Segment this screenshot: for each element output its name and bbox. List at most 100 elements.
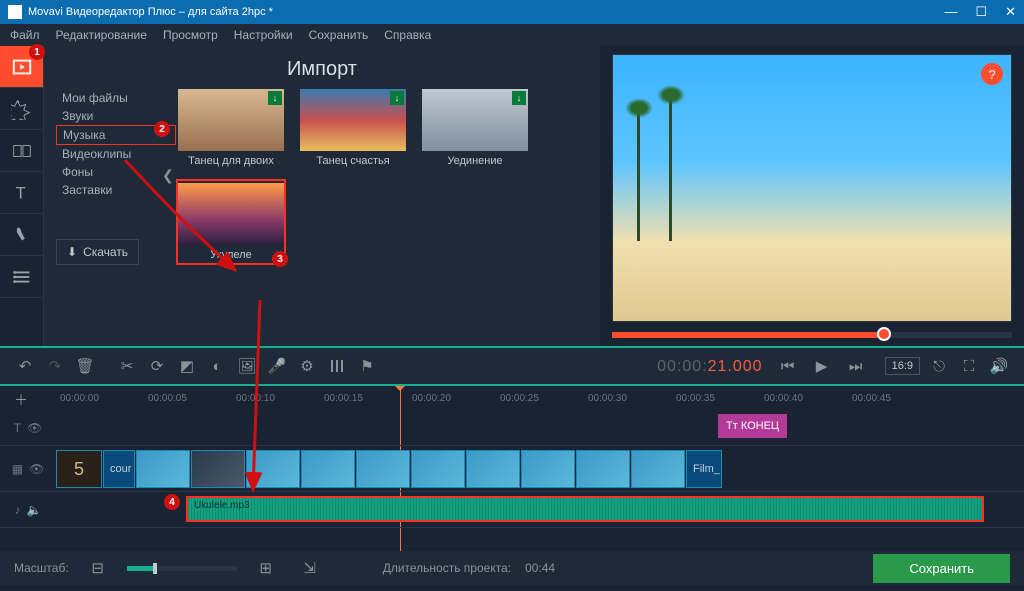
sidebar-item-intros[interactable]: Заставки <box>56 181 176 199</box>
scale-label: Масштаб: <box>14 561 69 575</box>
video-clip[interactable] <box>521 450 575 488</box>
prev-page-button[interactable]: ❮ <box>162 167 174 184</box>
save-button[interactable]: Сохранить <box>873 554 1010 583</box>
video-clip[interactable] <box>631 450 685 488</box>
more-tool[interactable] <box>0 256 43 298</box>
titles-tool[interactable]: T <box>0 172 43 214</box>
marker-button[interactable]: ⚑ <box>353 352 381 380</box>
fit-button[interactable]: ⇲ <box>296 554 324 582</box>
volume-button[interactable]: 🔊 <box>985 352 1013 380</box>
titlebar: Movavi Видеоредактор Плюс – для сайта 2h… <box>0 0 1024 24</box>
video-clip[interactable] <box>576 450 630 488</box>
timeline: ＋ 00:00:00 00:00:05 00:00:10 00:00:15 00… <box>0 386 1024 551</box>
minimize-button[interactable]: — <box>944 4 957 20</box>
audio-track-icon: ♪ <box>15 503 21 517</box>
equalizer-button[interactable] <box>323 352 351 380</box>
thumb-dance-happiness[interactable]: ↓ Танец счастья <box>298 89 408 167</box>
fullscreen-button[interactable]: ⛶ <box>955 352 983 380</box>
transition-clip[interactable] <box>191 450 245 488</box>
thumb-label: Танец для двоих <box>188 155 274 167</box>
timecode-display: 00:00:21.000 <box>657 356 762 376</box>
ruler-tick: 00:00:20 <box>412 393 451 404</box>
callout-1: 1 <box>29 44 45 60</box>
import-title: Импорт <box>56 58 588 81</box>
next-frame-button[interactable]: ⏭ <box>842 352 870 380</box>
video-clip[interactable] <box>466 450 520 488</box>
thumb-solitude[interactable]: ↓ Уединение <box>420 89 530 167</box>
filters-tool[interactable] <box>0 88 43 130</box>
visibility-icon[interactable]: 👁 <box>27 421 42 435</box>
progress-handle[interactable] <box>877 327 891 341</box>
ruler-tick: 00:00:10 <box>236 393 275 404</box>
transitions-tool[interactable] <box>0 130 43 172</box>
visibility-icon[interactable]: 👁 <box>29 462 44 476</box>
picture-button[interactable]: 🖼 <box>233 352 261 380</box>
menubar: Файл Редактирование Просмотр Настройки С… <box>0 24 1024 46</box>
sidebar-item-videoclips[interactable]: Видеоклипы <box>56 145 176 163</box>
zoom-slider[interactable] <box>127 566 237 571</box>
add-track-button[interactable]: ＋ <box>14 390 28 410</box>
text-clip-end[interactable]: Тт КОНЕЦ <box>718 414 787 438</box>
aspect-ratio[interactable]: 16:9 <box>885 357 920 375</box>
video-track[interactable]: ▦👁 5 cour Film_ <box>0 446 1024 492</box>
delete-button[interactable]: 🗑 <box>71 352 99 380</box>
window-title: Movavi Видеоредактор Плюс – для сайта 2h… <box>28 6 944 18</box>
prev-frame-button[interactable]: ⏮ <box>774 352 802 380</box>
audio-track[interactable]: ♪🔈 4 Ukulele.mp3 <box>0 492 1024 528</box>
app-icon <box>8 5 22 19</box>
download-button[interactable]: ⬇ Скачать <box>56 239 139 265</box>
menu-settings[interactable]: Настройки <box>234 28 293 42</box>
menu-edit[interactable]: Редактирование <box>56 28 147 42</box>
ruler-tick: 00:00:45 <box>852 393 891 404</box>
undo-button[interactable]: ↶ <box>11 352 39 380</box>
play-button[interactable]: ▶ <box>808 352 836 380</box>
audio-clip-ukulele[interactable]: Ukulele.mp3 <box>186 496 984 522</box>
ruler-tick: 00:00:05 <box>148 393 187 404</box>
zoom-out-button[interactable]: ⊟ <box>84 554 112 582</box>
maximize-button[interactable]: ☐ <box>975 4 987 20</box>
sidebar-item-myfiles[interactable]: Мои файлы <box>56 89 176 107</box>
thumb-dance-for-two[interactable]: ↓ Танец для двоих <box>176 89 286 167</box>
video-clip[interactable] <box>356 450 410 488</box>
zoom-in-button[interactable]: ⊞ <box>252 554 280 582</box>
rotate-button[interactable]: ⟳ <box>143 352 171 380</box>
crop-button[interactable]: ◩ <box>173 352 201 380</box>
countdown-clip[interactable]: 5 <box>56 450 102 488</box>
ruler-tick: 00:00:00 <box>60 393 99 404</box>
download-icon: ⬇ <box>67 245 77 259</box>
stickers-tool[interactable] <box>0 214 43 256</box>
video-clips[interactable]: 5 cour Film_ <box>56 450 1024 488</box>
thumb-ukulele[interactable]: Укулеле 3 <box>176 179 286 265</box>
callout-2: 2 <box>154 121 170 137</box>
help-button[interactable]: ? <box>981 63 1003 85</box>
cut-button[interactable]: ✂ <box>113 352 141 380</box>
import-sidebar: Мои файлы Звуки Музыка 2 Видеоклипы Фоны… <box>56 89 176 338</box>
video-clip[interactable] <box>301 450 355 488</box>
video-clip-start[interactable]: cour <box>103 450 135 488</box>
text-track[interactable]: T👁 Тт КОНЕЦ <box>0 410 1024 446</box>
mic-button[interactable]: 🎤 <box>263 352 291 380</box>
ruler-tick: 00:00:40 <box>764 393 803 404</box>
menu-file[interactable]: Файл <box>10 28 40 42</box>
menu-view[interactable]: Просмотр <box>163 28 218 42</box>
download-label: Скачать <box>83 245 128 259</box>
sidebar-item-backgrounds[interactable]: Фоны <box>56 163 176 181</box>
video-clip[interactable] <box>246 450 300 488</box>
preview-viewport[interactable]: ? <box>612 54 1012 322</box>
video-clip-end[interactable]: Film_ <box>686 450 722 488</box>
mute-icon[interactable]: 🔈 <box>27 503 42 517</box>
left-toolbar: 1 T <box>0 46 44 346</box>
menu-help[interactable]: Справка <box>384 28 431 42</box>
redo-button[interactable]: ↷ <box>41 352 69 380</box>
video-clip[interactable] <box>136 450 190 488</box>
menu-save[interactable]: Сохранить <box>309 28 369 42</box>
color-button[interactable]: ◐ <box>203 352 231 380</box>
video-clip[interactable] <box>411 450 465 488</box>
callout-3: 3 <box>272 251 288 267</box>
preview-progress[interactable] <box>612 332 1012 338</box>
close-button[interactable]: ✕ <box>1005 4 1016 20</box>
settings-button[interactable]: ⚙ <box>293 352 321 380</box>
timeline-ruler[interactable]: ＋ 00:00:00 00:00:05 00:00:10 00:00:15 00… <box>0 386 1024 410</box>
import-tool[interactable]: 1 <box>0 46 43 88</box>
export-frame-button[interactable]: ⎋ <box>925 352 953 380</box>
